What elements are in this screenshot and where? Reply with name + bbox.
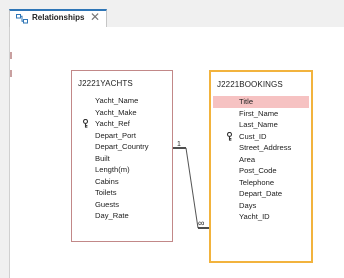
field-item[interactable]: Cabins (72, 176, 172, 188)
field-item[interactable]: Yacht_Make (72, 107, 172, 119)
table-bookings[interactable]: J2221BOOKINGS Title First_Name Last_Name… (209, 70, 313, 263)
field-label: Area (239, 154, 256, 164)
table-title: J2221BOOKINGS (217, 80, 283, 89)
field-item[interactable]: Day_Rate (72, 210, 172, 222)
field-label: Cust_ID (239, 131, 267, 141)
one-side-label: 1 (177, 141, 181, 148)
field-item[interactable]: Yacht_ID (213, 211, 309, 223)
field-label: Yacht_Name (95, 96, 139, 105)
field-item[interactable]: Post_Code (213, 165, 309, 177)
field-item-selected[interactable]: Title (213, 96, 309, 108)
field-item[interactable]: Depart_Country (72, 141, 172, 153)
field-list: Title First_Name Last_Name Cust_ID Stree… (211, 96, 311, 223)
key-icon (82, 119, 89, 128)
field-label: Guests (95, 199, 120, 209)
field-label: Cabins (95, 176, 119, 186)
field-label: Day_Rate (95, 211, 129, 220)
field-item[interactable]: Depart_Port (72, 130, 172, 142)
field-label: First_Name (239, 108, 279, 118)
field-label: Length(m) (95, 165, 130, 174)
field-label: Last_Name (239, 120, 278, 129)
field-item[interactable]: Yacht_Ref (72, 118, 172, 130)
field-list: Yacht_Name Yacht_Make Yacht_Ref Depart_P… (72, 95, 172, 222)
field-label: Yacht_ID (239, 212, 270, 221)
field-label: Street_Address (239, 143, 292, 152)
field-label: Yacht_Make (95, 107, 137, 117)
table-title: J2221YACHTS (78, 79, 133, 88)
field-item[interactable]: Toilets (72, 187, 172, 199)
field-item[interactable]: Area (213, 154, 309, 166)
field-item[interactable]: Length(m) (72, 164, 172, 176)
field-item[interactable]: Telephone (213, 177, 309, 189)
field-label: Post_Code (239, 166, 277, 175)
field-item[interactable]: Built (72, 153, 172, 165)
field-item[interactable]: Guests (72, 199, 172, 211)
many-side-label: ∞ (198, 218, 204, 228)
key-icon (226, 131, 233, 141)
field-item[interactable]: First_Name (213, 108, 309, 120)
field-label: Depart_Date (239, 189, 283, 198)
field-item[interactable]: Yacht_Name (72, 95, 172, 107)
field-label: Toilets (95, 188, 117, 197)
field-label: Built (95, 153, 110, 163)
field-item[interactable]: Cust_ID (213, 131, 309, 143)
field-item[interactable]: Street_Address (213, 142, 309, 154)
field-item[interactable]: Days (213, 200, 309, 212)
field-label: Title (239, 97, 254, 106)
field-label: Depart_Country (95, 142, 149, 151)
field-label: Telephone (239, 177, 275, 187)
field-label: Yacht_Ref (95, 119, 130, 128)
field-label: Days (239, 200, 257, 210)
field-label: Depart_Port (95, 130, 136, 140)
field-item[interactable]: Depart_Date (213, 188, 309, 200)
field-item[interactable]: Last_Name (213, 119, 309, 131)
table-yachts[interactable]: J2221YACHTS Yacht_Name Yacht_Make Yacht_… (71, 70, 173, 242)
